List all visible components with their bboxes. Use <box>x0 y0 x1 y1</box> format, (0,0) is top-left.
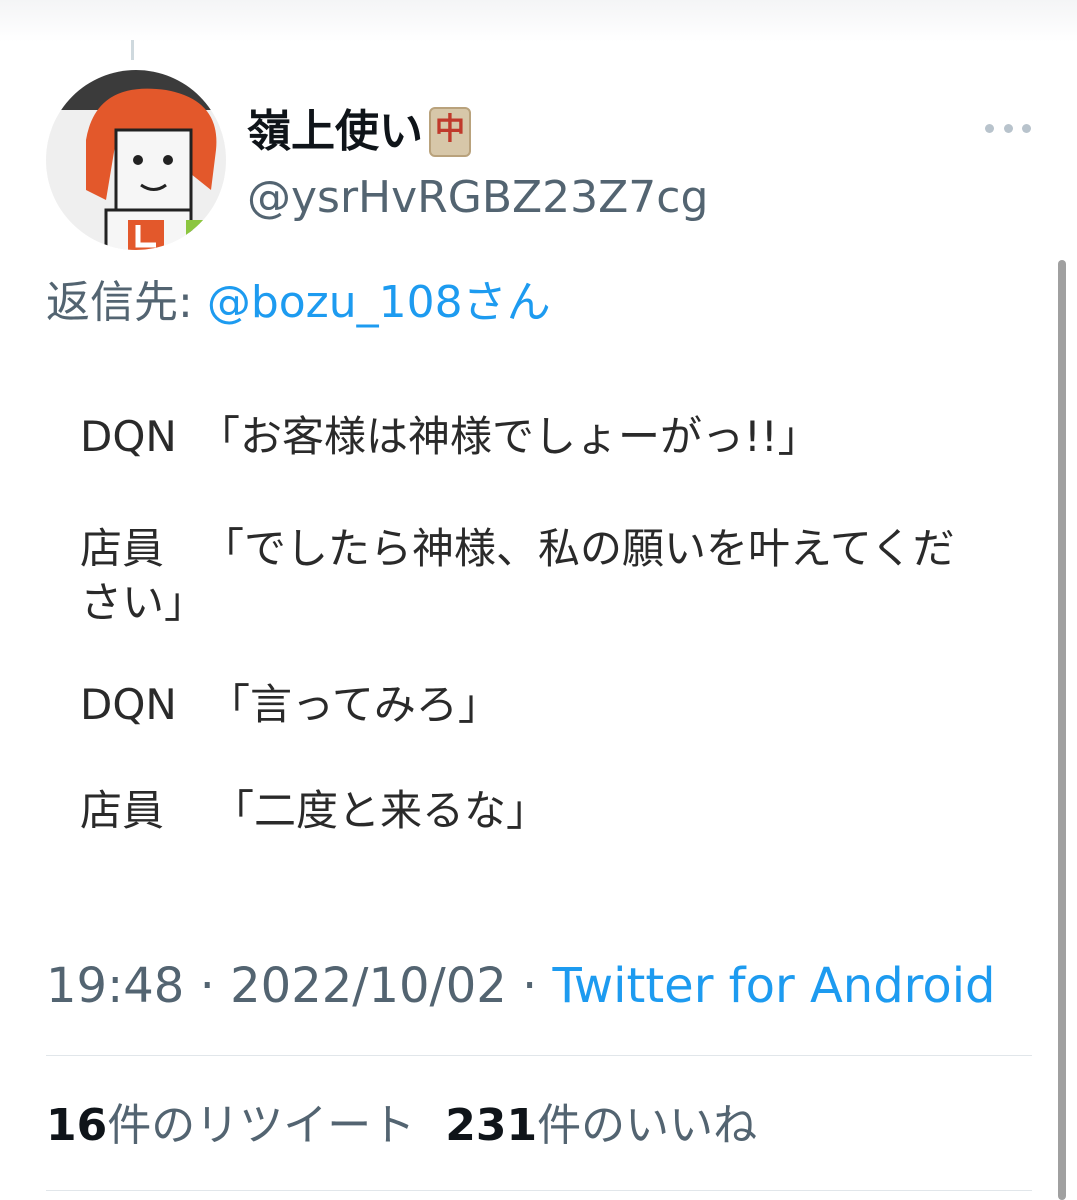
mahjong-tile-icon: 中 <box>429 107 471 157</box>
meta-separator: · <box>506 958 553 1014</box>
display-name-text: 嶺上使い <box>247 106 423 157</box>
speaker-label: 店員 <box>80 524 165 573</box>
more-options-icon[interactable] <box>985 118 1031 138</box>
tweet-metadata: 19:48 · 2022/10/02 · Twitter for Android <box>46 955 996 1017</box>
speaker-label: 店員 <box>80 786 165 835</box>
reply-to-link[interactable]: @bozu_108さん <box>207 277 551 328</box>
reply-to: 返信先: @bozu_108さん <box>46 272 551 334</box>
divider <box>46 1055 1032 1056</box>
dialogue-line: DQN 「言ってみろ」 <box>80 678 500 732</box>
dialogue-line: 店員 「二度と来るな」 <box>80 784 548 838</box>
dialogue-line-continued: さい」 <box>80 578 207 627</box>
dialogue-line: 店員 「でしたら神様、私の願いを叶えてくだ <box>80 522 955 576</box>
tweet-image[interactable]: DQN 「お客様は神様でしょーがっ!!」 店員 「でしたら神様、私の願いを叶えてくだ… <box>66 395 1006 865</box>
like-label: 件のいいね <box>537 1100 758 1151</box>
dialogue-text: 「でしたら神様、私の願いを叶えてくだ <box>202 524 955 573</box>
more-dot <box>1022 123 1031 133</box>
more-dot <box>985 123 994 133</box>
avatar-illustration <box>46 70 226 250</box>
reply-to-label: 返信先: <box>46 277 207 328</box>
engagement-stats: 16件のリツイート 231件のいいね <box>46 1095 787 1157</box>
thread-connector-line <box>131 40 134 60</box>
meta-separator: · <box>184 958 231 1014</box>
tweet-source-link[interactable]: Twitter for Android <box>553 958 996 1014</box>
display-name[interactable]: 嶺上使い中 <box>247 100 471 162</box>
speaker-label: DQN <box>80 680 177 729</box>
speaker-label: DQN <box>80 412 177 461</box>
tweet-date[interactable]: 2022/10/02 <box>230 958 507 1014</box>
like-count: 231 <box>445 1100 538 1151</box>
dialogue-line: DQN 「お客様は神様でしょーがっ!!」 <box>80 410 820 464</box>
like-stat[interactable]: 231件のいいね <box>445 1100 757 1151</box>
tweet-time[interactable]: 19:48 <box>46 958 184 1014</box>
avatar[interactable] <box>46 70 226 250</box>
retweet-stat[interactable]: 16件のリツイート <box>46 1100 415 1151</box>
more-dot <box>1003 123 1013 133</box>
retweet-label: 件のリツイート <box>107 1100 416 1151</box>
dialogue-text: 「二度と来るな」 <box>212 786 549 835</box>
retweet-count: 16 <box>46 1100 108 1151</box>
mahjong-tile-glyph: 中 <box>435 112 465 147</box>
user-handle[interactable]: @ysrHvRGBZ23Z7cg <box>247 168 708 228</box>
previous-tweet-fade <box>0 0 1077 42</box>
divider <box>46 1190 1032 1191</box>
tweet-detail-page: 嶺上使い中 @ysrHvRGBZ23Z7cg 返信先: @bozu_108さん … <box>0 0 1077 1200</box>
dialogue-text: 「お客様は神様でしょーがっ!!」 <box>198 412 820 461</box>
dialogue-text: 「言ってみろ」 <box>208 680 500 729</box>
scrollbar[interactable] <box>1058 260 1066 1200</box>
